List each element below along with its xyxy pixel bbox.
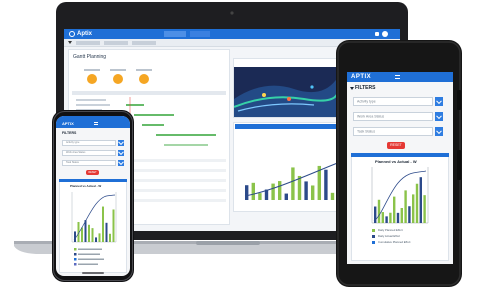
chart-bar bbox=[423, 195, 426, 223]
chart-bar bbox=[400, 207, 403, 223]
chart-bar bbox=[278, 181, 282, 200]
tablet-chart-header bbox=[351, 153, 449, 157]
tablet-reset-button[interactable]: RESET bbox=[387, 142, 405, 149]
chart-bar bbox=[389, 212, 392, 223]
tablet-filter-icon bbox=[350, 87, 354, 90]
chart-bar bbox=[112, 209, 115, 242]
phone-screen: APTIX FILTERS Activity type Work Area St… bbox=[56, 116, 130, 276]
phone: APTIX FILTERS Activity type Work Area St… bbox=[52, 110, 134, 282]
phone-select-activity-type[interactable]: Activity type bbox=[62, 140, 116, 146]
phone-chart bbox=[71, 192, 117, 266]
chart-bar bbox=[102, 206, 104, 242]
phone-select-work-area-status[interactable]: Work Area Status bbox=[62, 150, 116, 156]
phone-select-task-status[interactable]: Task Status bbox=[62, 160, 116, 166]
tablet-select-work-area-status-chevron-icon[interactable] bbox=[435, 112, 443, 121]
toolbar-filter-3[interactable] bbox=[132, 41, 156, 45]
phone-home-indicator bbox=[82, 272, 104, 274]
chart-bar bbox=[415, 183, 419, 223]
chart-bar bbox=[412, 194, 415, 223]
toolbar-filter-1[interactable] bbox=[76, 41, 100, 45]
chart-bar bbox=[105, 222, 108, 242]
chart-bar bbox=[258, 193, 262, 200]
tablet-legend-daily-actual: Daily Actual Effort bbox=[378, 234, 401, 238]
phone-legend bbox=[74, 248, 104, 266]
phone-reset-button[interactable]: RESET bbox=[86, 170, 99, 175]
phone-select-activity-type-chevron-icon[interactable] bbox=[118, 140, 124, 146]
tablet-legend bbox=[372, 229, 375, 244]
chart-bar bbox=[271, 183, 275, 200]
tablet-screen: APTIX FILTERS Activity type Work Area St… bbox=[347, 72, 453, 264]
user-icon[interactable] bbox=[382, 31, 388, 37]
chart-bar bbox=[245, 185, 249, 200]
chart-bar bbox=[404, 190, 407, 223]
phone-header: APTIX bbox=[56, 116, 130, 128]
phone-brand: APTIX bbox=[62, 121, 74, 126]
chart-bar bbox=[95, 237, 97, 242]
chart-bar bbox=[81, 227, 83, 242]
tablet-chart-bars bbox=[374, 177, 426, 223]
toolbar-filter-2[interactable] bbox=[104, 41, 128, 45]
chart-bar bbox=[311, 185, 315, 200]
phone-menu-icon[interactable] bbox=[94, 122, 98, 125]
chart-bar bbox=[91, 228, 94, 242]
phone-filters-label: FILTERS bbox=[62, 131, 77, 135]
chart-bar bbox=[109, 233, 111, 242]
chart-bar bbox=[304, 181, 308, 200]
tablet-header: APTIX bbox=[347, 72, 453, 82]
chart-bar bbox=[291, 167, 295, 200]
tablet-select-task-status-chevron-icon[interactable] bbox=[435, 127, 443, 136]
filter-toggle-icon[interactable] bbox=[68, 41, 72, 44]
tablet-chart bbox=[371, 167, 429, 244]
chart-bar bbox=[74, 231, 76, 242]
map-panel bbox=[233, 58, 337, 118]
bell-icon[interactable] bbox=[375, 32, 379, 36]
phone-chart-header bbox=[59, 179, 127, 182]
chart-bar bbox=[284, 193, 288, 200]
tablet-brand: APTIX bbox=[351, 74, 372, 80]
chart-bar bbox=[251, 182, 255, 200]
tablet-chart-title: Planned vs Actual - W bbox=[375, 159, 417, 164]
chart-bar bbox=[408, 206, 411, 223]
tablet-select-work-area-status[interactable]: Work Area Status bbox=[353, 112, 433, 121]
phone-select-work-area-status-chevron-icon[interactable] bbox=[118, 150, 124, 156]
chart-bar bbox=[377, 199, 381, 223]
chart-bar bbox=[324, 169, 328, 200]
phone-chart-bars bbox=[74, 206, 115, 242]
map-view bbox=[234, 59, 336, 117]
chart-bar bbox=[330, 192, 335, 200]
chart-bar bbox=[393, 196, 396, 223]
chart-bar bbox=[297, 175, 302, 200]
chart-bar bbox=[98, 233, 101, 242]
tablet-select-task-status[interactable]: Task Status bbox=[353, 127, 433, 136]
kpi-gauges bbox=[84, 69, 152, 84]
tablet-legend-cumulative-planned: Cumulative Planned Effort bbox=[378, 240, 411, 244]
tablet-select-activity-type-chevron-icon[interactable] bbox=[435, 97, 443, 106]
app-header: Aptix bbox=[64, 29, 400, 39]
chart-bar bbox=[396, 212, 400, 223]
chart-bar bbox=[385, 216, 388, 223]
app-brand: Aptix bbox=[77, 31, 92, 37]
phone-select-task-status-chevron-icon[interactable] bbox=[118, 160, 124, 166]
tab-2[interactable] bbox=[190, 31, 210, 37]
chart-bar bbox=[88, 224, 90, 242]
phone-chart-title: Planned vs Actual - W bbox=[70, 184, 102, 188]
chart-bar bbox=[381, 212, 384, 223]
chart-bar bbox=[419, 177, 422, 223]
gantt-bars bbox=[126, 104, 216, 146]
tablet-menu-icon[interactable] bbox=[395, 75, 400, 79]
chart-bar bbox=[84, 220, 87, 242]
app-logo-icon bbox=[69, 31, 75, 37]
tablet-legend-daily-planned: Daily Planned Effort bbox=[378, 228, 403, 232]
tablet: APTIX FILTERS Activity type Work Area St… bbox=[336, 40, 462, 287]
tablet-select-activity-type[interactable]: Activity type bbox=[353, 97, 433, 106]
tab-1[interactable] bbox=[164, 31, 186, 37]
tablet-filters-label: FILTERS bbox=[355, 85, 376, 91]
